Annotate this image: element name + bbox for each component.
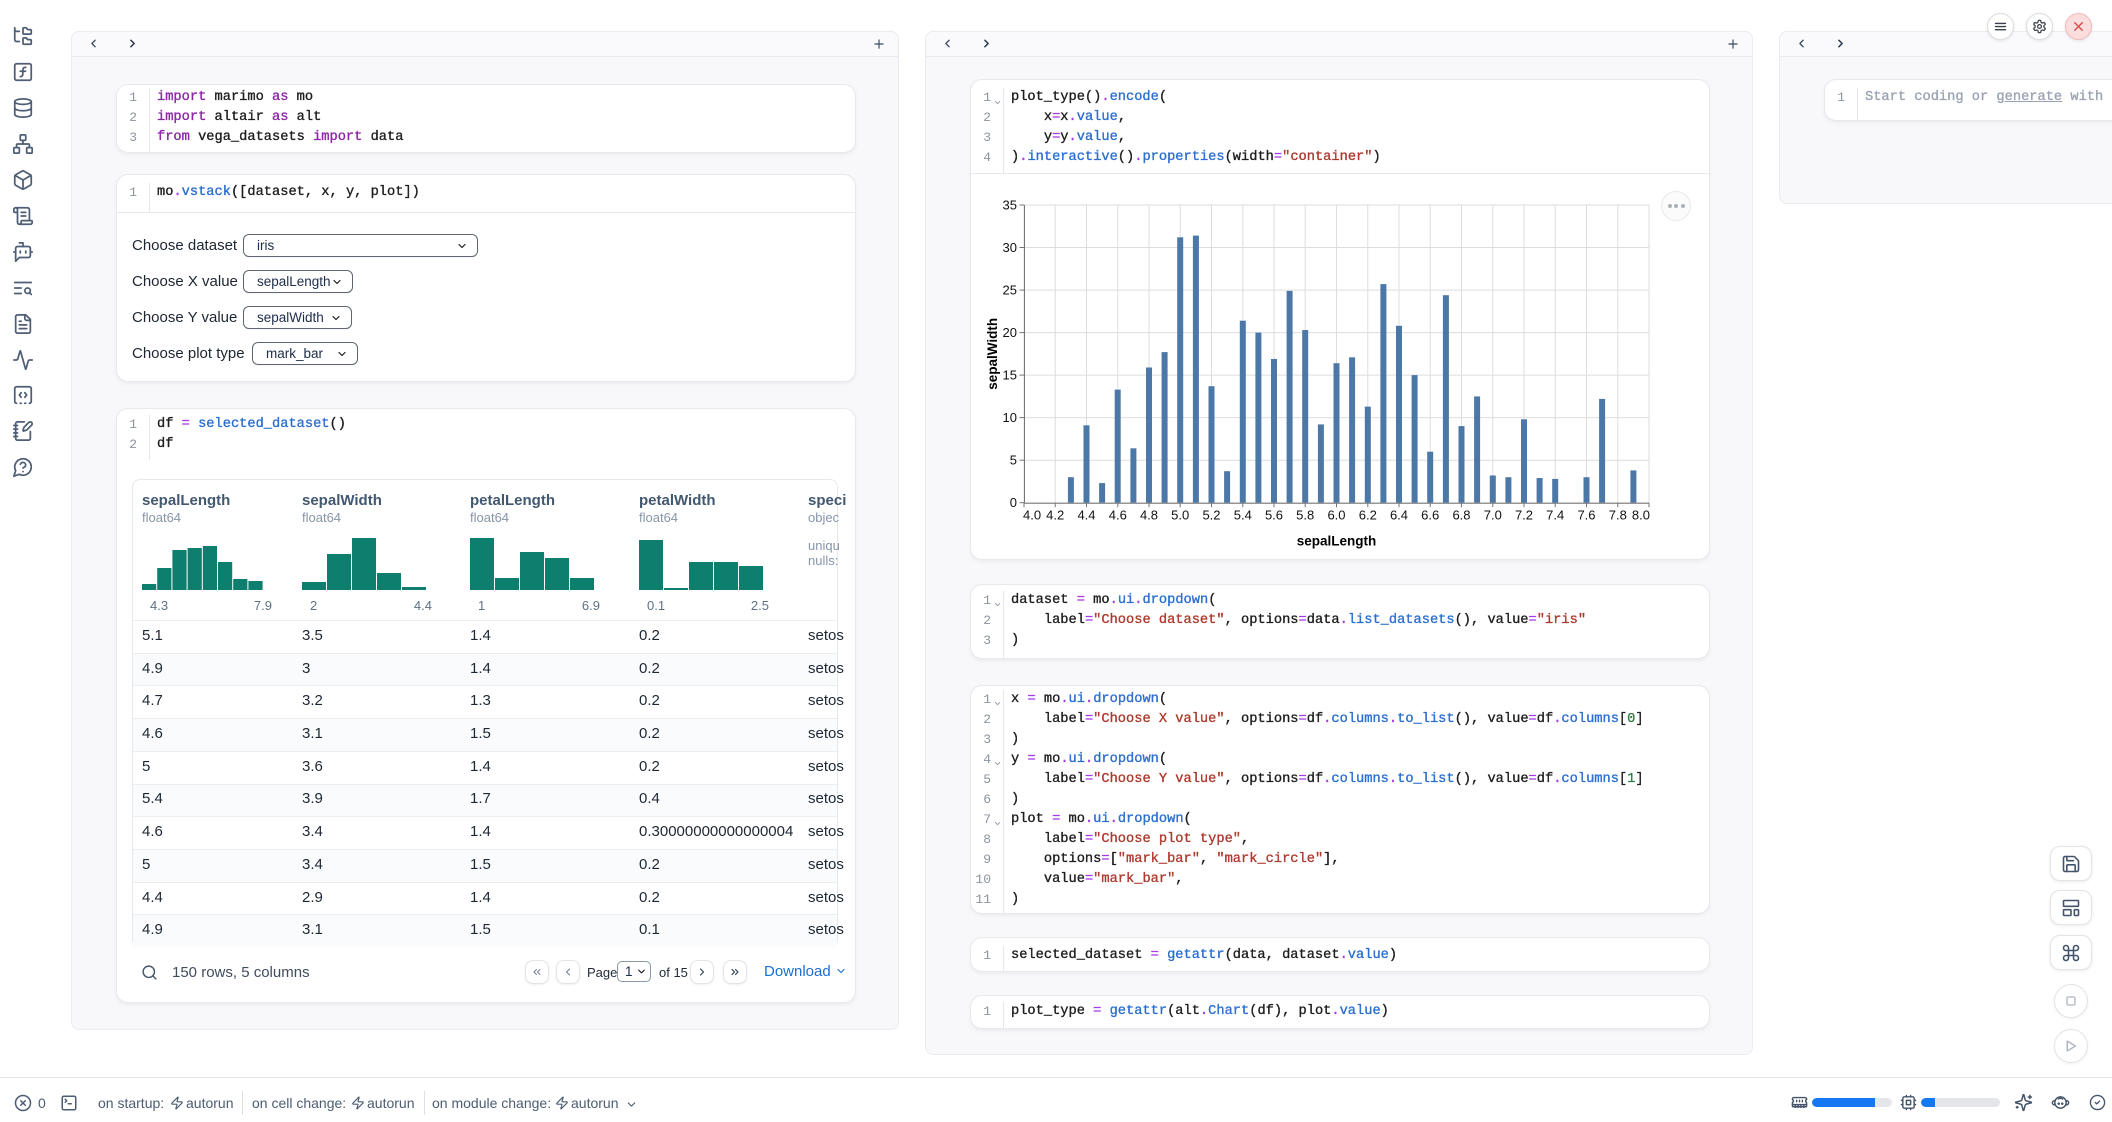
svg-text:8.0: 8.0: [1632, 508, 1650, 523]
svg-text:5.6: 5.6: [1265, 508, 1283, 523]
svg-text:5.2: 5.2: [1202, 508, 1220, 523]
svg-text:4.8: 4.8: [1140, 508, 1158, 523]
svg-text:5: 5: [1010, 453, 1017, 468]
svg-text:7.4: 7.4: [1546, 508, 1564, 523]
svg-text:sepalWidth: sepalWidth: [985, 318, 1000, 390]
svg-text:4.6: 4.6: [1109, 508, 1127, 523]
svg-text:6.6: 6.6: [1421, 508, 1439, 523]
svg-text:4.2: 4.2: [1046, 508, 1064, 523]
svg-text:0: 0: [1010, 495, 1017, 510]
svg-text:7.6: 7.6: [1577, 508, 1595, 523]
svg-text:4.4: 4.4: [1077, 508, 1095, 523]
svg-text:5.0: 5.0: [1171, 508, 1189, 523]
svg-text:6.0: 6.0: [1327, 508, 1345, 523]
svg-text:5.8: 5.8: [1296, 508, 1314, 523]
svg-text:6.8: 6.8: [1452, 508, 1470, 523]
svg-text:5.4: 5.4: [1234, 508, 1252, 523]
svg-text:4.0: 4.0: [1023, 508, 1041, 523]
svg-text:6.2: 6.2: [1359, 508, 1377, 523]
svg-text:35: 35: [1003, 198, 1017, 213]
svg-text:7.2: 7.2: [1515, 508, 1533, 523]
svg-text:7.0: 7.0: [1484, 508, 1502, 523]
svg-text:10: 10: [1003, 410, 1017, 425]
svg-text:20: 20: [1003, 325, 1017, 340]
svg-text:6.4: 6.4: [1390, 508, 1408, 523]
svg-text:30: 30: [1003, 240, 1017, 255]
svg-text:25: 25: [1003, 283, 1017, 298]
svg-text:sepalLength: sepalLength: [1297, 534, 1377, 549]
svg-text:7.8: 7.8: [1609, 508, 1627, 523]
svg-text:15: 15: [1003, 368, 1017, 383]
